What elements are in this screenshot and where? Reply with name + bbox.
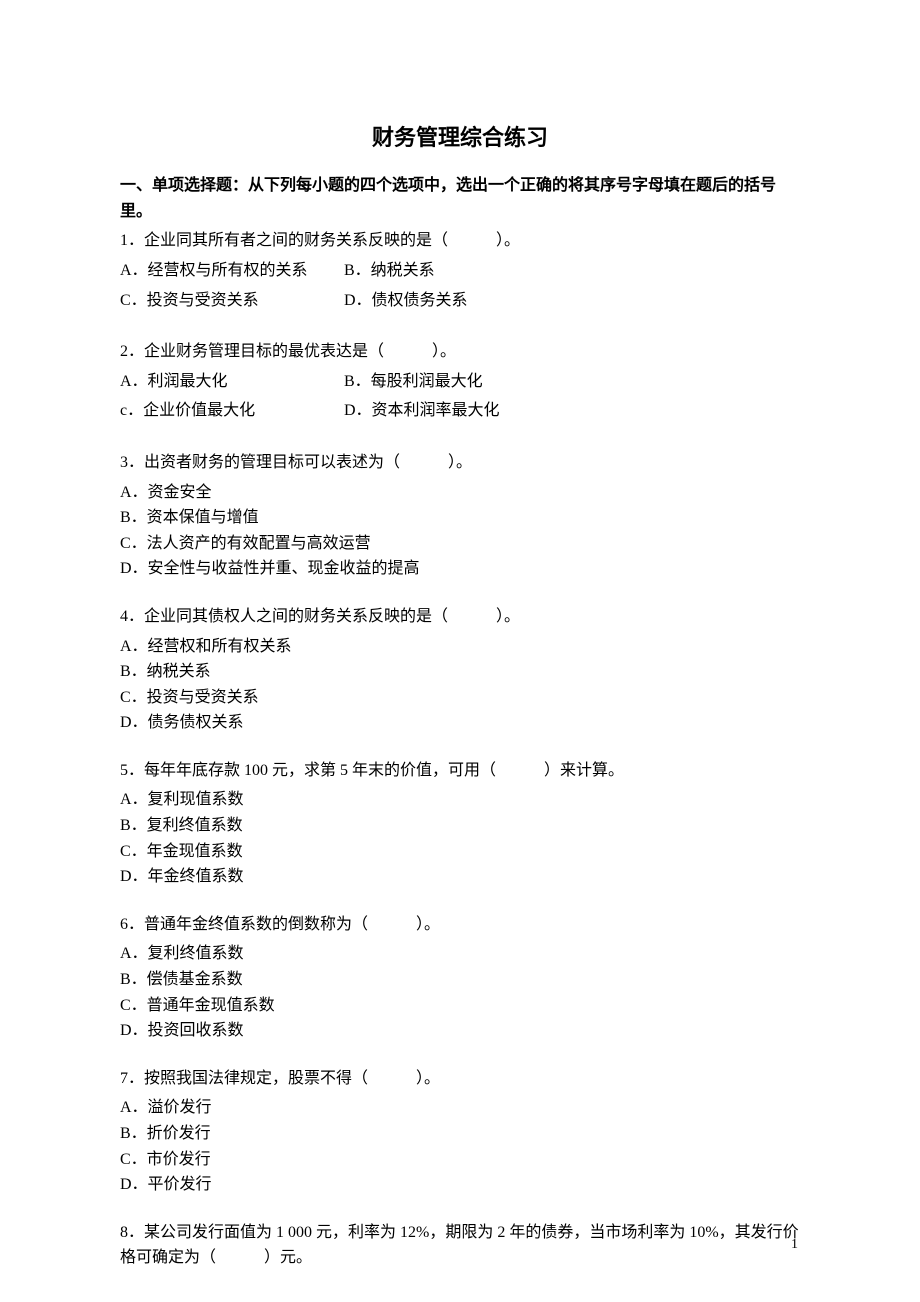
q2-option-a: A．利润最大化: [120, 369, 340, 395]
q7-option-c: C．市价发行: [120, 1147, 800, 1173]
q6-option-b: B．偿债基金系数: [120, 967, 800, 993]
q1-options-row1: A．经营权与所有权的关系 B．纳税关系: [120, 258, 800, 284]
q6-option-a: A．复利终值系数: [120, 941, 800, 967]
q7-text: 7．按照我国法律规定，股票不得（ ）。: [120, 1066, 800, 1092]
q8-text: 8．某公司发行面值为 1 000 元，利率为 12%，期限为 2 年的债券，当市…: [120, 1220, 800, 1271]
q3-option-d: D．安全性与收益性并重、现金收益的提高: [120, 556, 800, 582]
q3-text: 3．出资者财务的管理目标可以表述为（ ）。: [120, 450, 800, 476]
q1-options-row2: C．投资与受资关系 D．债权债务关系: [120, 288, 800, 314]
q1-option-b: B．纳税关系: [344, 258, 435, 284]
q2-option-d: D．资本利润率最大化: [344, 398, 500, 424]
q3-option-c: C．法人资产的有效配置与高效运营: [120, 531, 800, 557]
q4-option-d: D．债务债权关系: [120, 710, 800, 736]
q4-text: 4．企业同其债权人之间的财务关系反映的是（ ）。: [120, 604, 800, 630]
q2-text: 2．企业财务管理目标的最优表达是（ ）。: [120, 339, 800, 365]
q6-option-d: D．投资回收系数: [120, 1018, 800, 1044]
q1-option-a: A．经营权与所有权的关系: [120, 258, 340, 284]
q4-option-a: A．经营权和所有权关系: [120, 634, 800, 660]
q2-options-row1: A．利润最大化 B．每股利润最大化: [120, 369, 800, 395]
q7-option-a: A．溢价发行: [120, 1095, 800, 1121]
q1-option-d: D．债权债务关系: [344, 288, 468, 314]
page-title: 财务管理综合练习: [120, 120, 800, 155]
q7-option-b: B．折价发行: [120, 1121, 800, 1147]
section-header: 一、单项选择题：从下列每小题的四个选项中，选出一个正确的将其序号字母填在题后的括…: [120, 173, 800, 224]
q2-options-row2: c．企业价值最大化 D．资本利润率最大化: [120, 398, 800, 424]
page-number: 1: [791, 1234, 798, 1256]
q6-option-c: C．普通年金现值系数: [120, 993, 800, 1019]
q5-option-b: B．复利终值系数: [120, 813, 800, 839]
q1-text: 1．企业同其所有者之间的财务关系反映的是（ ）。: [120, 228, 800, 254]
q5-text: 5．每年年底存款 100 元，求第 5 年末的价值，可用（ ）来计算。: [120, 758, 800, 784]
q5-option-c: C．年金现值系数: [120, 839, 800, 865]
q4-option-b: B．纳税关系: [120, 659, 800, 685]
q2-option-c: c．企业价值最大化: [120, 398, 340, 424]
q3-option-a: A．资金安全: [120, 480, 800, 506]
q3-option-b: B．资本保值与增值: [120, 505, 800, 531]
q5-option-a: A．复利现值系数: [120, 787, 800, 813]
q5-option-d: D．年金终值系数: [120, 864, 800, 890]
q2-option-b: B．每股利润最大化: [344, 369, 483, 395]
q1-option-c: C．投资与受资关系: [120, 288, 340, 314]
q4-option-c: C．投资与受资关系: [120, 685, 800, 711]
q7-option-d: D．平价发行: [120, 1172, 800, 1198]
q6-text: 6．普通年金终值系数的倒数称为（ ）。: [120, 912, 800, 938]
